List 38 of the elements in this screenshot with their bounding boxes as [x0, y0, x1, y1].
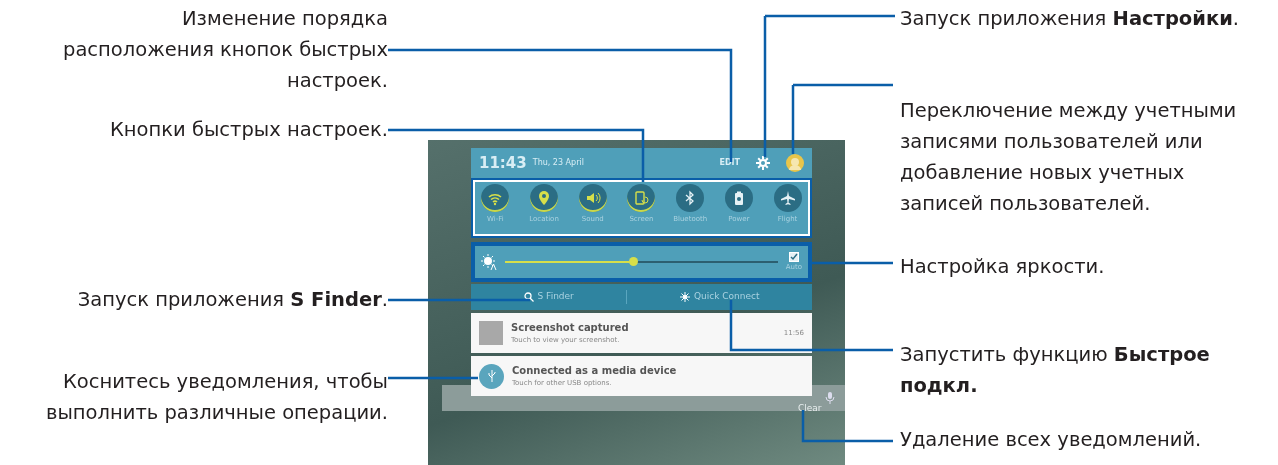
- s-finder-button[interactable]: S Finder: [537, 290, 574, 304]
- notification-title: Screenshot captured: [511, 321, 630, 336]
- notification-title: Connected as a media device: [512, 364, 678, 379]
- callout-text: Изменение порядка расположения кнопок быстрых настроек.: [62, 6, 388, 94]
- callout-text: Кнопки быстрых настроек.: [109, 117, 388, 143]
- quick-setting-toggle[interactable]: [530, 184, 559, 212]
- quick-setting-toggle[interactable]: [578, 184, 607, 212]
- quick-setting-toggle[interactable]: [627, 184, 656, 212]
- microphone-icon[interactable]: [825, 391, 835, 405]
- callout-text: Запустить функцию Быстрое подкл.: [900, 342, 1211, 399]
- speaker-icon: [584, 190, 601, 206]
- search-icon[interactable]: [523, 292, 534, 302]
- settings-icon[interactable]: [756, 156, 770, 170]
- user-avatar[interactable]: [786, 154, 804, 172]
- callout-text: Запуск приложения Настройки.: [900, 6, 1241, 32]
- quick-setting-toggle[interactable]: [773, 184, 802, 212]
- slider-thumb[interactable]: [629, 257, 639, 266]
- callout-text: Запуск приложения S Finder.: [76, 287, 388, 313]
- clock-time: 11:43: [479, 152, 527, 174]
- callout-text: Настройка яркости.: [900, 254, 1106, 280]
- quick-setting-toggle[interactable]: [676, 184, 705, 212]
- usb-icon: [479, 363, 504, 389]
- quick-setting-toggle[interactable]: [724, 184, 753, 212]
- edit-button[interactable]: EDIT: [719, 157, 740, 169]
- date-text: Thu, 23 April: [532, 157, 584, 169]
- checkmark-icon: [789, 252, 798, 261]
- airplane-icon: [779, 190, 796, 206]
- callout-text: Коснитесь уведомления, чтобы выполнить различные операции.: [44, 369, 388, 426]
- quick-setting-toggle[interactable]: [481, 184, 510, 212]
- quick-connect-button[interactable]: Quick Connect: [693, 290, 760, 304]
- callout-text: Переключение между учетными записями пользователей или добавление новых учетных записей пользователей.: [900, 98, 1238, 217]
- brightness-icon: [481, 254, 497, 270]
- clear-button[interactable]: Clear: [798, 402, 822, 416]
- screenshot-thumbnail: [479, 321, 503, 345]
- asterisk-icon: [679, 292, 690, 302]
- auto-checkbox[interactable]: [788, 251, 799, 262]
- screen-rotation-icon: [633, 190, 650, 206]
- callout-text: Удаление всех уведомлений.: [900, 427, 1203, 453]
